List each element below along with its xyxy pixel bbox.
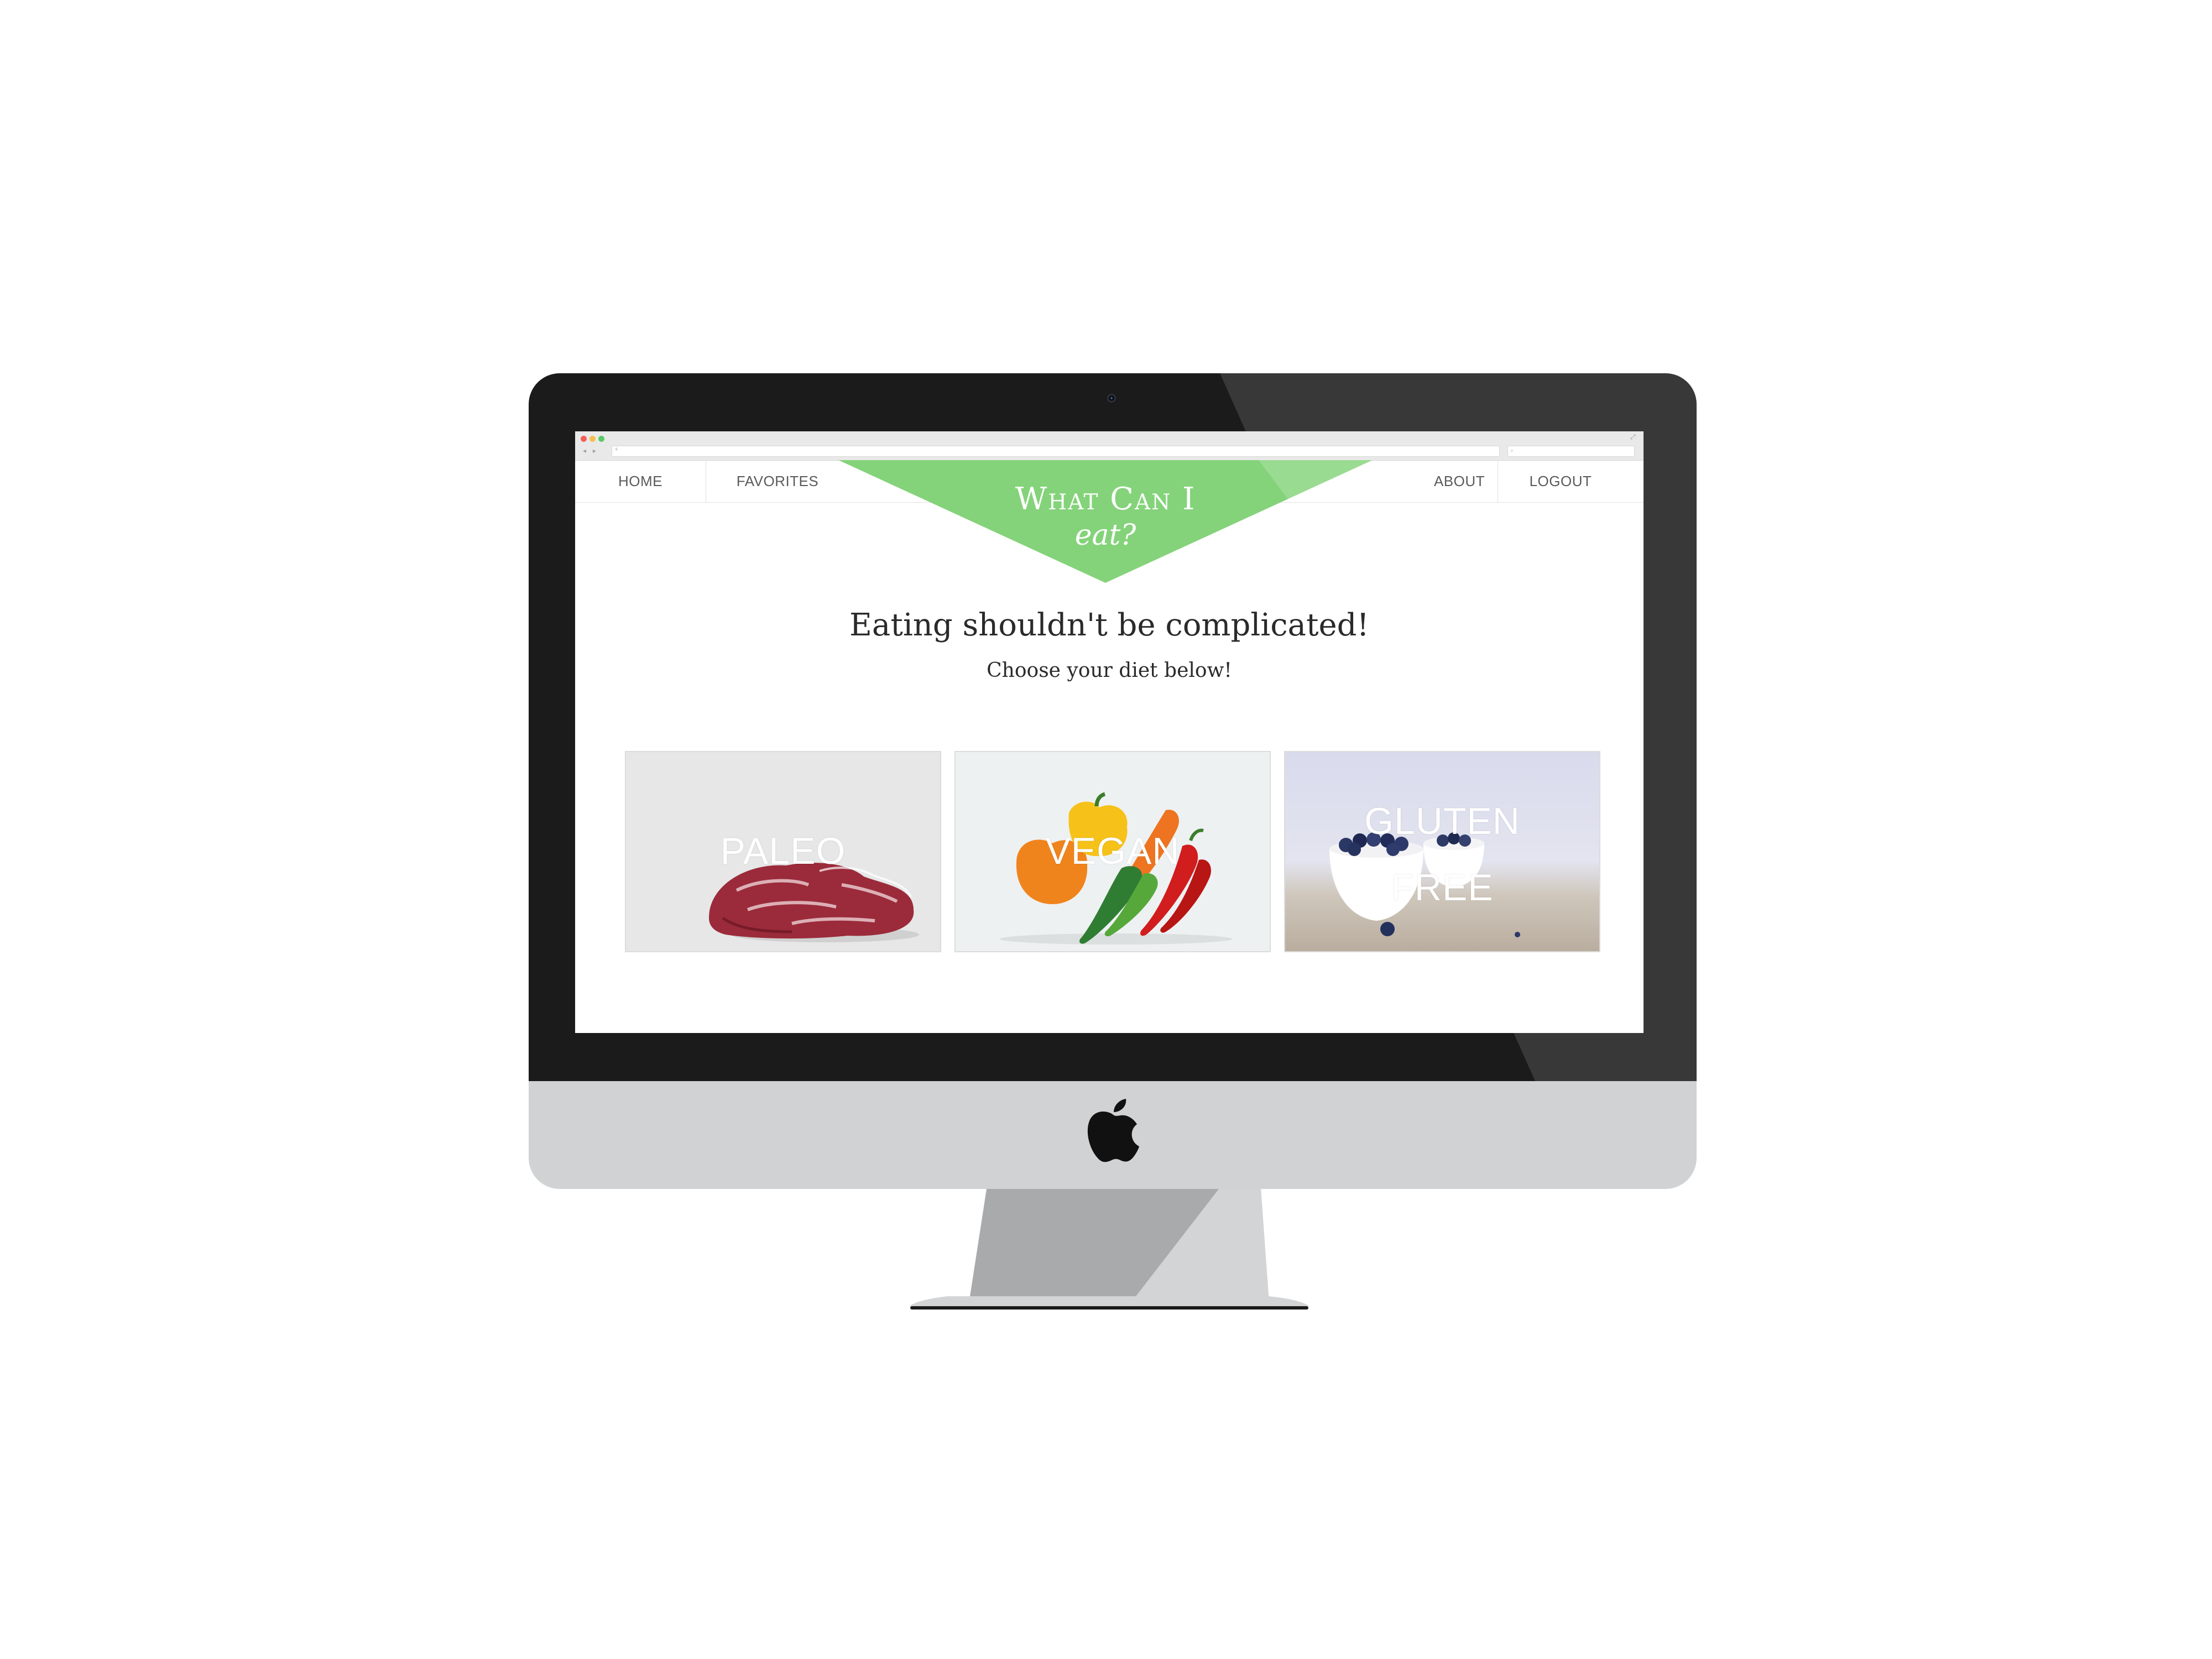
fullscreen-icon[interactable]: ⤢ xyxy=(1630,433,1636,441)
browser-toolbar: ◂ ▸ + ⌕ ⤢ xyxy=(575,431,1644,461)
monitor-stand xyxy=(909,1189,1310,1310)
back-forward-icon[interactable]: ◂ ▸ xyxy=(583,447,598,455)
camera xyxy=(1107,394,1116,403)
diet-card-paleo[interactable]: PALEO xyxy=(625,751,941,952)
browser-search-field[interactable]: ⌕ xyxy=(1507,446,1635,457)
diet-label-paleo: PALEO xyxy=(720,830,846,872)
blueberries-image xyxy=(1329,832,1520,937)
nav-logout-link[interactable]: LOGOUT xyxy=(1498,460,1624,502)
address-bar[interactable]: + xyxy=(612,445,1500,457)
plus-icon: + xyxy=(614,445,619,453)
logo-title: What Can I xyxy=(1015,481,1196,517)
apple-logo-icon xyxy=(1087,1099,1139,1162)
hero-subline: Choose your diet below! xyxy=(987,659,1232,682)
monitor-chin xyxy=(529,1081,1697,1189)
diet-card-gluten-free[interactable]: GLUTEN FREE xyxy=(1284,751,1600,952)
diet-label-gluten: GLUTEN xyxy=(1364,800,1520,842)
screen: ◂ ▸ + ⌕ ⤢ HOME FAVORITES ABOUT LOGOUT Wh… xyxy=(575,431,1644,1033)
diet-card-vegan[interactable]: VEGAN xyxy=(954,751,1271,952)
hero-headline: Eating shouldn't be complicated! xyxy=(849,607,1369,643)
nav-about-link[interactable]: ABOUT xyxy=(1421,460,1498,502)
diet-label-vegan: VEGAN xyxy=(1045,830,1180,872)
zoom-window-button[interactable] xyxy=(598,436,604,442)
search-icon: ⌕ xyxy=(1510,447,1514,454)
close-window-button[interactable] xyxy=(581,436,587,442)
logo-subtitle: eat? xyxy=(1074,519,1136,552)
minimize-window-button[interactable] xyxy=(589,436,596,442)
nav-favorites-link[interactable]: FAVORITES xyxy=(706,460,849,502)
diet-label-free: FREE xyxy=(1391,867,1494,909)
nav-home-link[interactable]: HOME xyxy=(575,460,706,502)
